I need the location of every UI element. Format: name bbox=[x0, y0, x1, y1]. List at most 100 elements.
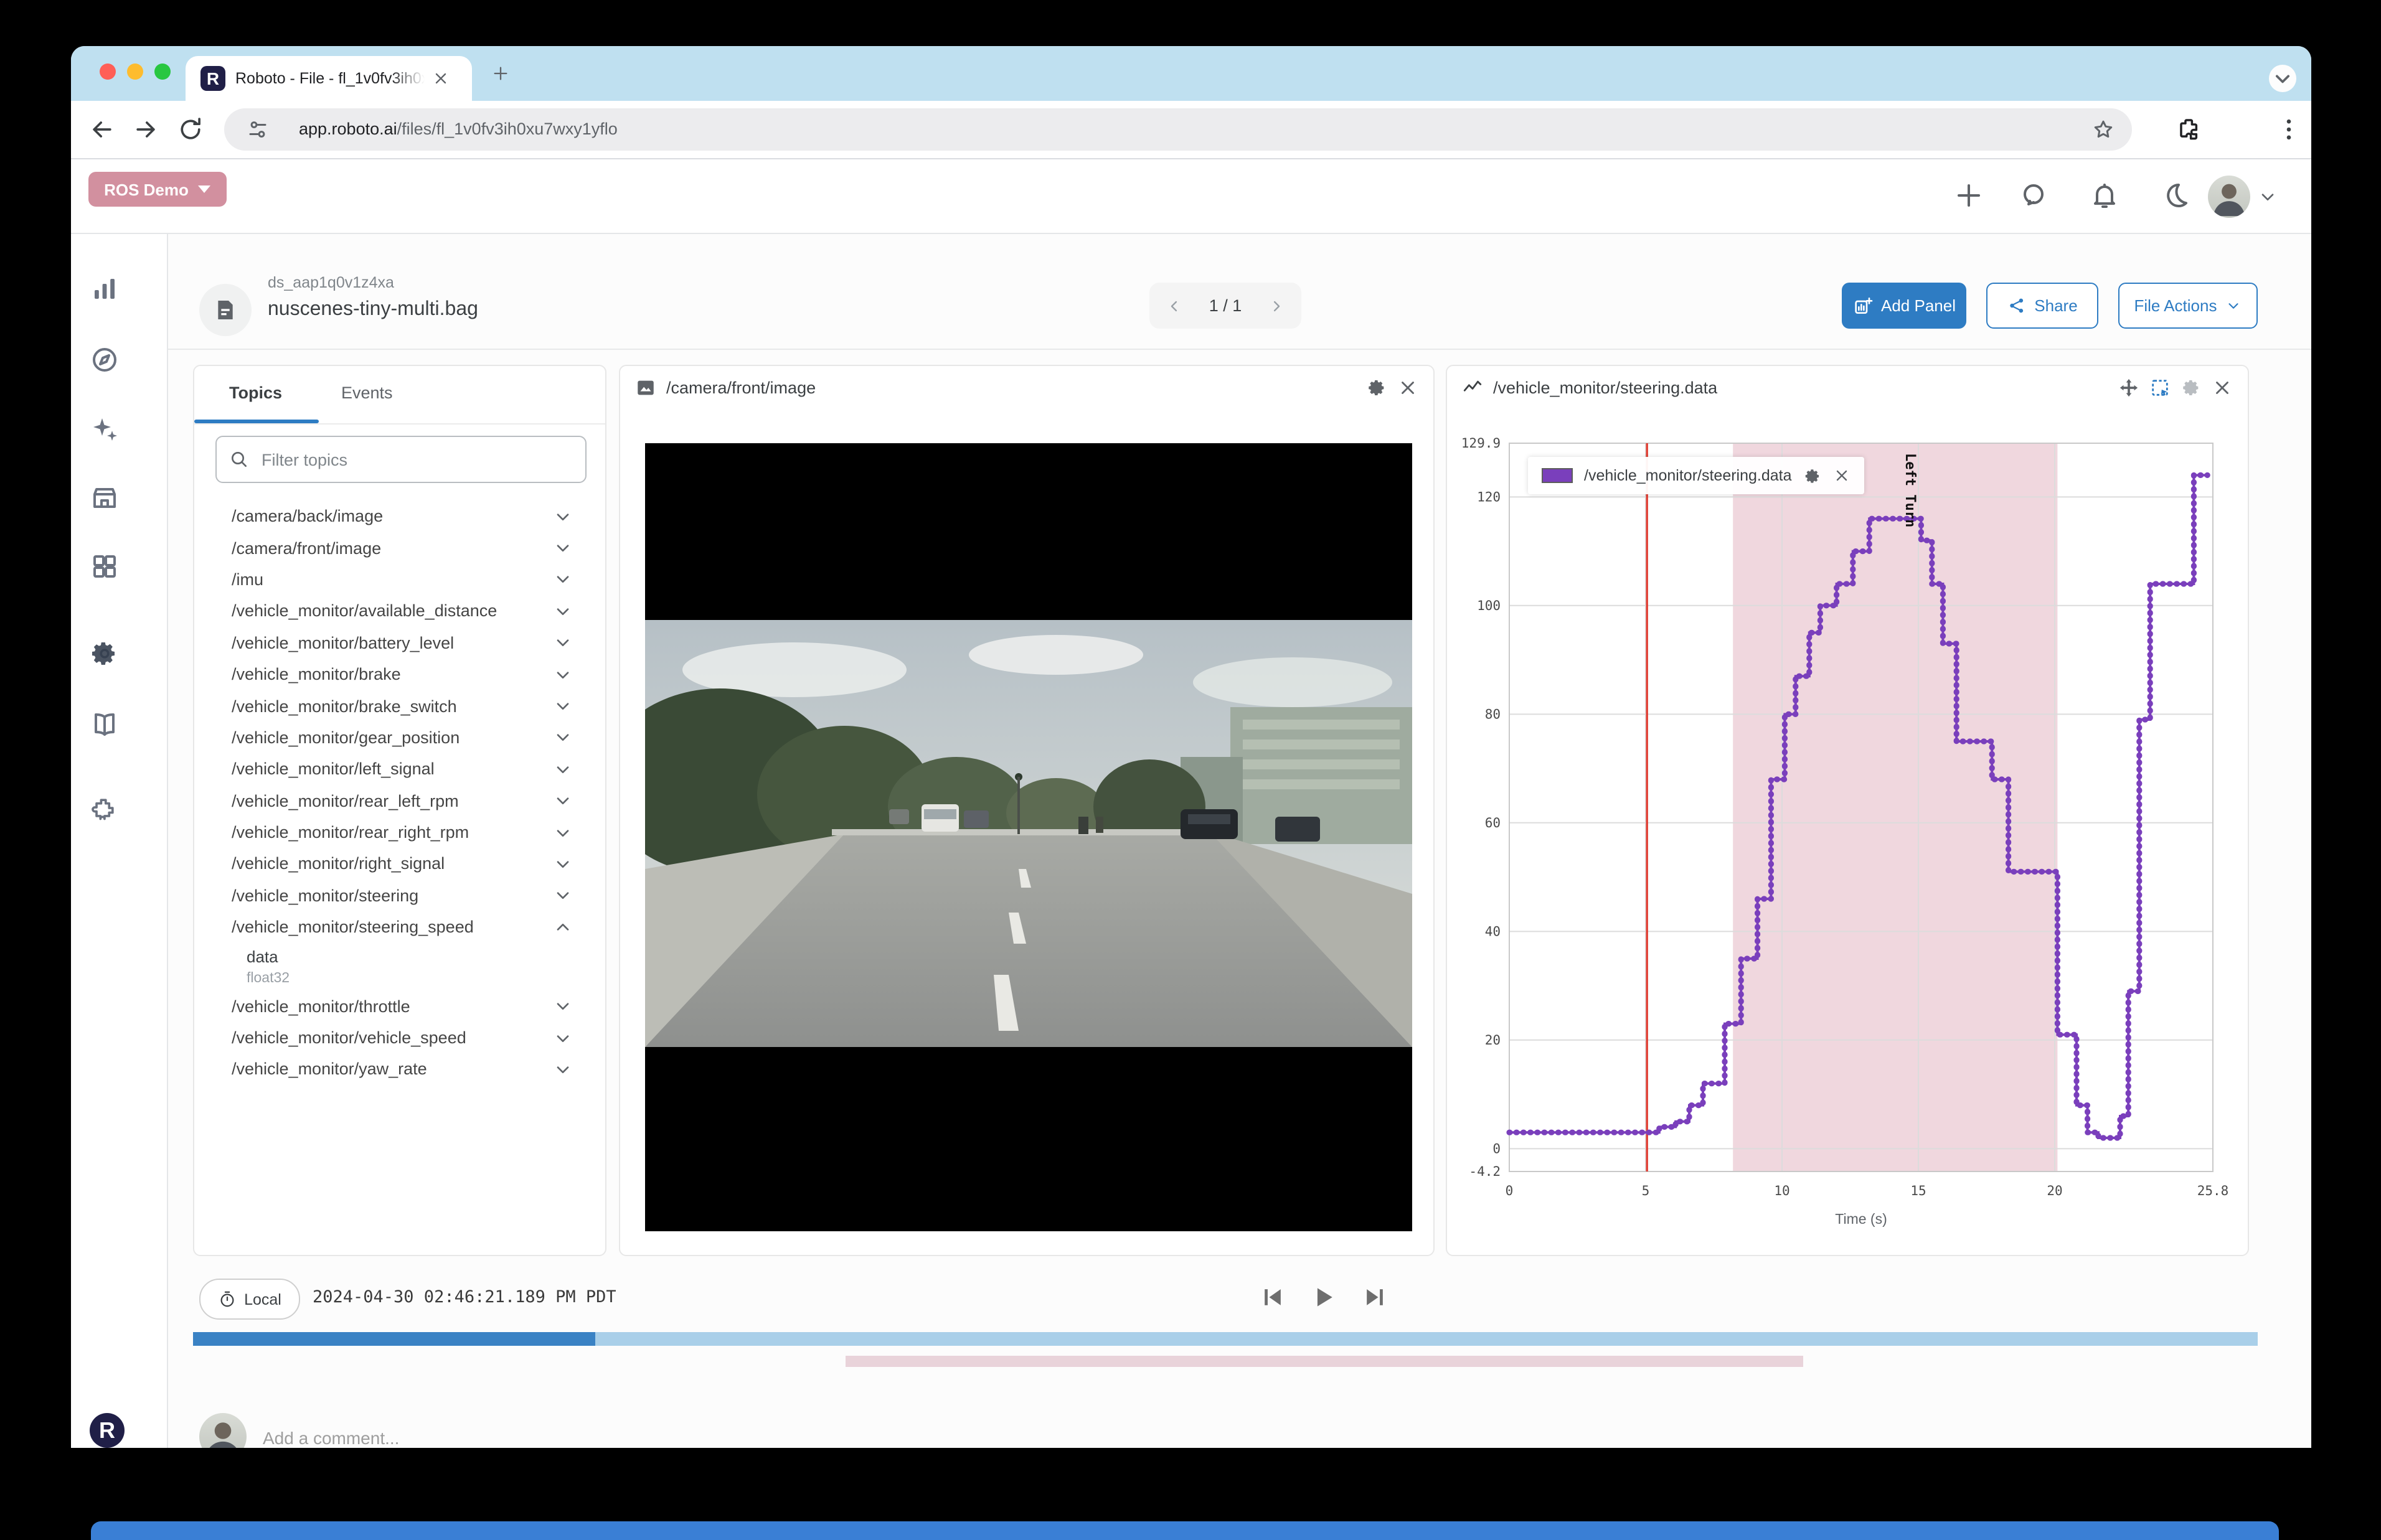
add-panel-button[interactable]: Add Panel bbox=[1842, 283, 1966, 329]
legend-settings-gear-icon[interactable] bbox=[1803, 466, 1822, 485]
steering-chart[interactable]: 020406080100120129.9-4.20510152025.8Time… bbox=[1447, 408, 2248, 1255]
timezone-toggle[interactable]: Local bbox=[199, 1279, 300, 1320]
chevron-down-icon[interactable] bbox=[553, 1028, 573, 1048]
topic-row[interactable]: /vehicle_monitor/rear_right_rpm bbox=[194, 817, 605, 848]
chevron-down-icon[interactable] bbox=[553, 759, 573, 779]
file-header-divider bbox=[168, 349, 2311, 350]
chevron-down-icon[interactable] bbox=[553, 854, 573, 874]
extensions-icon[interactable] bbox=[2177, 116, 2204, 143]
traffic-close-button[interactable] bbox=[100, 63, 116, 80]
panel-settings-gear-icon[interactable] bbox=[2181, 377, 2202, 398]
topic-row[interactable]: /vehicle_monitor/brake bbox=[194, 659, 605, 690]
close-icon[interactable] bbox=[1397, 377, 1418, 398]
share-button[interactable]: Share bbox=[1986, 283, 2098, 329]
legend-close-icon[interactable] bbox=[1833, 467, 1851, 484]
explore-compass-icon[interactable] bbox=[90, 345, 120, 375]
topic-field[interactable]: datafloat32 bbox=[194, 943, 605, 990]
chevron-down-icon[interactable] bbox=[553, 601, 573, 621]
user-avatar[interactable] bbox=[2208, 176, 2250, 218]
tab-topics[interactable]: Topics bbox=[229, 383, 282, 402]
topic-row[interactable]: /camera/back/image bbox=[194, 500, 605, 532]
traffic-minimize-button[interactable] bbox=[127, 63, 143, 80]
tab-close-icon[interactable] bbox=[432, 70, 450, 87]
camera-front-photo bbox=[645, 620, 1412, 1047]
next-page-icon[interactable] bbox=[1268, 297, 1285, 314]
docs-book-icon[interactable] bbox=[90, 710, 120, 739]
topic-row[interactable]: /vehicle_monitor/available_distance bbox=[194, 595, 605, 627]
topic-filter-input[interactable] bbox=[259, 449, 573, 470]
topic-row[interactable]: /vehicle_monitor/gear_position bbox=[194, 721, 605, 753]
comment-field[interactable] bbox=[260, 1414, 2258, 1448]
svg-text:60: 60 bbox=[1485, 815, 1501, 830]
chevron-down-icon[interactable] bbox=[553, 664, 573, 684]
bookmark-star-icon[interactable] bbox=[2092, 118, 2115, 141]
chevron-down-icon[interactable] bbox=[553, 506, 573, 526]
browser-menu-kebab-icon[interactable] bbox=[2275, 116, 2303, 143]
svg-text:80: 80 bbox=[1485, 707, 1501, 721]
skip-to-start-icon[interactable] bbox=[1259, 1284, 1286, 1311]
topic-row[interactable]: /vehicle_monitor/left_signal bbox=[194, 753, 605, 785]
chevron-down-icon[interactable] bbox=[553, 538, 573, 558]
chevron-down-icon[interactable] bbox=[553, 996, 573, 1016]
topic-row[interactable]: /vehicle_monitor/battery_level bbox=[194, 627, 605, 659]
svg-text:10: 10 bbox=[1774, 1183, 1789, 1198]
chevron-down-icon[interactable] bbox=[553, 728, 573, 748]
panels-grid-icon[interactable] bbox=[90, 552, 120, 581]
store-icon[interactable] bbox=[90, 483, 120, 513]
comment-input[interactable] bbox=[260, 1414, 2263, 1448]
topic-row[interactable]: /vehicle_monitor/right_signal bbox=[194, 848, 605, 880]
topic-row[interactable]: /vehicle_monitor/brake_switch bbox=[194, 690, 605, 722]
topic-row[interactable]: /vehicle_monitor/throttle bbox=[194, 990, 605, 1022]
back-icon[interactable] bbox=[88, 116, 116, 143]
topic-row[interactable]: /vehicle_monitor/rear_left_rpm bbox=[194, 785, 605, 817]
forward-icon[interactable] bbox=[132, 116, 159, 143]
integrations-puzzle-icon[interactable] bbox=[90, 794, 120, 824]
playback-progress-fill bbox=[193, 1332, 596, 1346]
skip-to-end-icon[interactable] bbox=[1361, 1284, 1389, 1311]
chevron-down-icon[interactable] bbox=[553, 886, 573, 906]
site-info-icon[interactable] bbox=[247, 118, 269, 141]
notifications-bell-icon[interactable] bbox=[2090, 181, 2119, 210]
panel-settings-gear-icon[interactable] bbox=[1366, 377, 1387, 398]
topic-filter[interactable] bbox=[215, 436, 587, 483]
chevron-down-icon[interactable] bbox=[2258, 187, 2278, 207]
topic-row[interactable]: /imu bbox=[194, 564, 605, 596]
chevron-down-icon[interactable] bbox=[553, 696, 573, 716]
org-selector-button[interactable]: ROS Demo bbox=[88, 172, 227, 207]
chart-legend[interactable]: /vehicle_monitor/steering.data bbox=[1528, 457, 1864, 494]
chevron-down-icon[interactable] bbox=[553, 1059, 573, 1079]
play-icon[interactable] bbox=[1310, 1284, 1337, 1311]
topic-row[interactable]: /vehicle_monitor/yaw_rate bbox=[194, 1054, 605, 1086]
chevron-up-icon[interactable] bbox=[553, 918, 573, 937]
browser-tab[interactable]: R Roboto - File - fl_1v0fv3ih0xu bbox=[186, 56, 472, 101]
topic-row[interactable]: /vehicle_monitor/vehicle_speed bbox=[194, 1022, 605, 1054]
chevron-down-icon[interactable] bbox=[553, 822, 573, 842]
move-pan-icon[interactable] bbox=[2118, 377, 2139, 398]
analytics-icon[interactable] bbox=[90, 274, 120, 304]
dark-mode-moon-icon[interactable] bbox=[2161, 181, 2190, 210]
roboto-favicon-icon: R bbox=[200, 66, 225, 91]
chevron-down-icon[interactable] bbox=[553, 791, 573, 810]
region-select-icon[interactable] bbox=[2149, 377, 2171, 398]
topic-row[interactable]: /camera/front/image bbox=[194, 532, 605, 564]
close-icon[interactable] bbox=[2212, 377, 2233, 398]
browser-toolbar: app.roboto.ai/files/fl_1v0fv3ih0xu7wxy1y… bbox=[71, 101, 2311, 158]
event-region-bar[interactable] bbox=[846, 1356, 1804, 1367]
chevron-down-icon[interactable] bbox=[553, 570, 573, 589]
reload-icon[interactable] bbox=[177, 116, 204, 143]
search-icon[interactable] bbox=[2020, 181, 2050, 210]
prev-page-icon[interactable] bbox=[1166, 297, 1183, 314]
tab-events[interactable]: Events bbox=[341, 383, 393, 402]
playback-scrubber[interactable] bbox=[193, 1332, 2258, 1346]
add-icon[interactable] bbox=[1954, 181, 1984, 210]
tab-search-menu[interactable] bbox=[2269, 65, 2296, 92]
topic-row[interactable]: /vehicle_monitor/steering bbox=[194, 880, 605, 911]
file-actions-button[interactable]: File Actions bbox=[2118, 283, 2258, 329]
settings-gear-icon[interactable] bbox=[90, 639, 120, 669]
chevron-down-icon[interactable] bbox=[553, 633, 573, 653]
topic-row[interactable]: /vehicle_monitor/steering_speed bbox=[194, 911, 605, 943]
new-tab-icon[interactable] bbox=[492, 65, 509, 82]
url-bar[interactable]: app.roboto.ai/files/fl_1v0fv3ih0xu7wxy1y… bbox=[224, 108, 2132, 151]
ai-sparkles-icon[interactable] bbox=[90, 415, 120, 444]
traffic-zoom-button[interactable] bbox=[154, 63, 171, 80]
